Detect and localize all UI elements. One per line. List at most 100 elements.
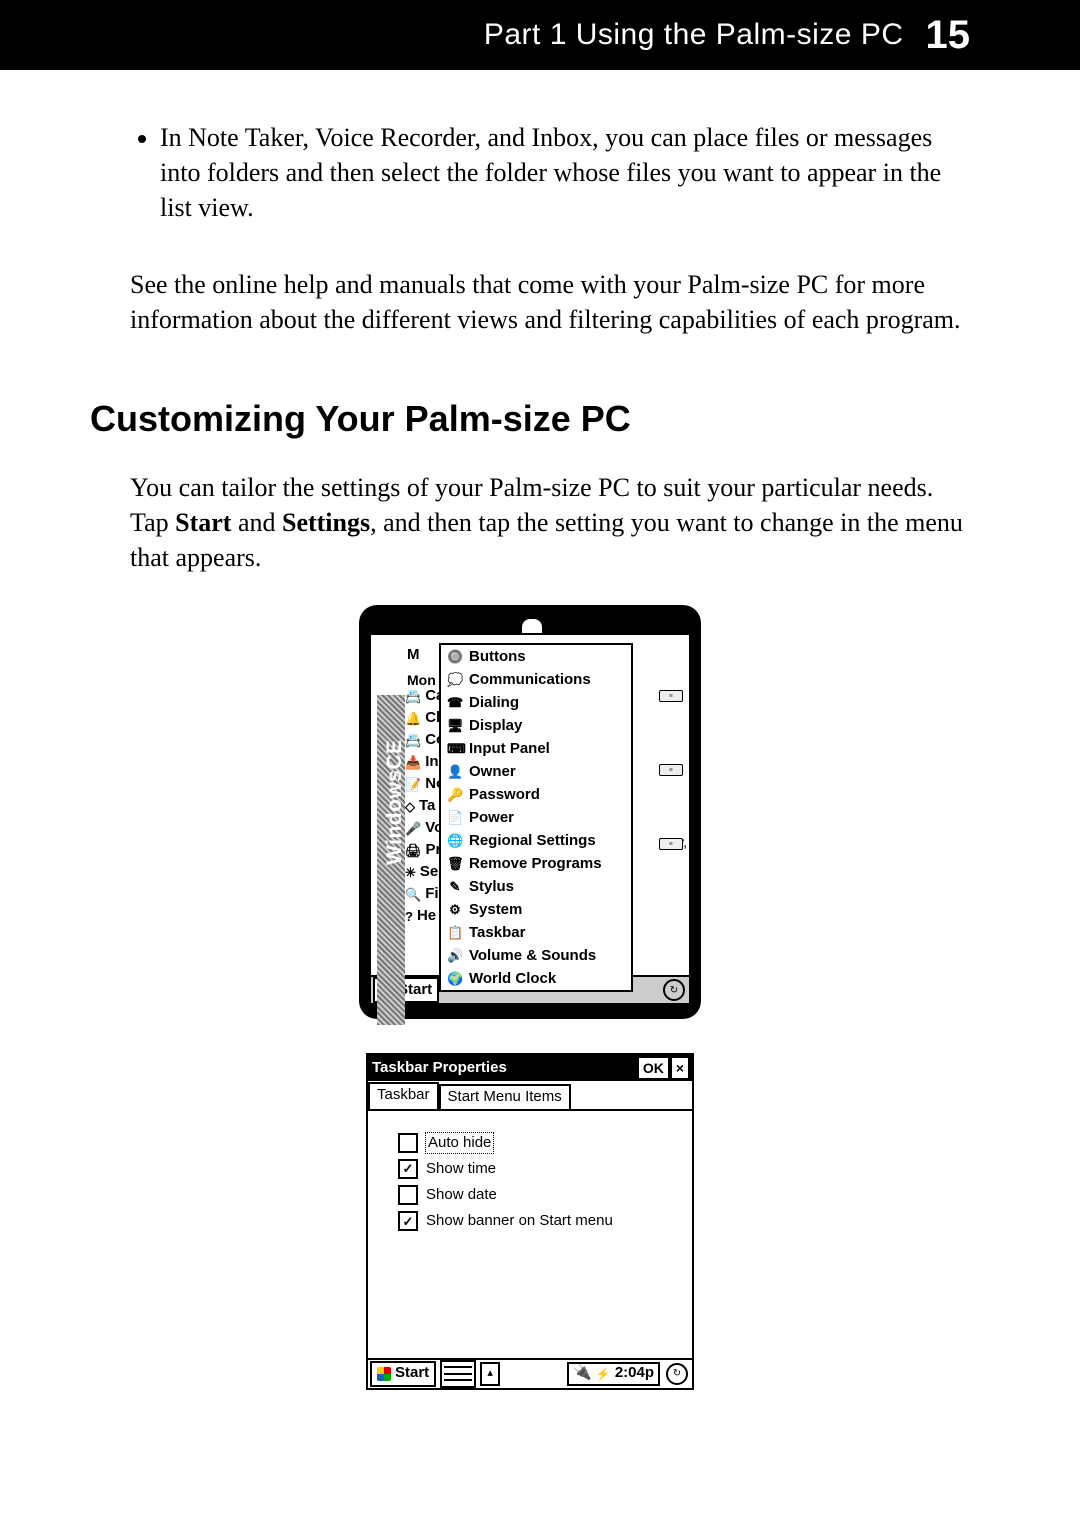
settings-menu[interactable]: 🔘Buttons💭Communications☎Dialing🖥Display⌨… [439,643,633,992]
window-title: Taskbar Properties [372,1058,507,1078]
app-icon: 📇 [405,688,421,706]
menu-item-label: Display [469,716,522,736]
settings-menu-item[interactable]: ⚙System [441,898,631,921]
option-row[interactable]: ✓ Show time [398,1159,670,1179]
side-connector-icons: ≡ ≡ ≡ [659,690,683,850]
app-label-fragment: Se [420,862,438,882]
taskbar-properties-window: Taskbar Properties OK × Taskbar Start Me… [366,1053,694,1389]
section-heading: Customizing Your Palm-size PC [90,395,970,444]
checkbox-icon[interactable] [398,1133,418,1153]
option-row[interactable]: Auto hide [398,1133,670,1153]
checkbox-icon[interactable] [398,1185,418,1205]
menu-item-label: Regional Settings [469,831,596,851]
up-arrow-button[interactable]: ▴ [480,1362,500,1386]
menu-item-label: Power [469,808,514,828]
app-label-fragment: Cl [425,708,440,728]
menu-item-icon: 🗑 [447,855,463,873]
app-label-fragment: In [425,752,438,772]
checkbox-icon[interactable]: ✓ [398,1211,418,1231]
settings-term: Settings [282,508,370,537]
windows-logo-icon [377,1367,391,1381]
option-label: Show date [426,1185,497,1205]
settings-menu-item[interactable]: 📋 Taskbar [441,921,631,944]
settings-menu-item[interactable]: 🌐 Regional Settings [441,829,631,852]
page-number: 15 [926,13,971,58]
port-icon: ≡ [659,764,683,776]
app-icon: 🔔 [405,710,421,728]
menu-item-label: Volume & Sounds [469,946,596,966]
windows-ce-banner: WindowsCE [381,740,409,866]
settings-menu-item[interactable]: 🗑 Remove Programs [441,852,631,875]
menu-item-icon: ☎ [447,694,463,712]
close-button[interactable]: × [672,1058,688,1078]
options-panel: Auto hide ✓ Show time Show date ✓ Show banner… [368,1111,692,1358]
option-label: Show banner on Start menu [426,1211,613,1231]
option-label: Show time [426,1159,496,1179]
part-label: Part 1 Using the Palm-size PC [484,18,904,52]
menu-item-icon: 💭 [447,671,463,689]
ok-button[interactable]: OK [639,1058,668,1078]
start-button[interactable]: Start [370,1361,436,1387]
connection-icon: 🔌 [573,1363,592,1383]
menu-item-icon: 👤 [447,763,463,781]
settings-menu-item[interactable]: 🔘 Buttons [441,645,631,668]
menu-item-label: Password [469,785,540,805]
app-icon: ✳ [405,864,416,882]
start-button-label: Start [395,1363,429,1383]
menu-item-icon: 📋 [447,924,463,942]
tab-start-menu-items[interactable]: Start Menu Items [439,1084,571,1108]
option-row[interactable]: ✓ Show banner on Start menu [398,1211,670,1231]
settings-menu-item[interactable]: 💭Communications [441,668,631,691]
menu-item-icon: 🌍 [447,970,463,988]
tray-icon[interactable]: ↻ [666,1363,688,1385]
menu-item-label: Dialing [469,693,519,713]
title-bar: Taskbar Properties OK × [368,1055,692,1081]
settings-menu-item[interactable]: ☎ Dialing [441,691,631,714]
settings-menu-item[interactable]: 👤 Owner [441,760,631,783]
device-frame: WindowsCE M Mon y, p 📇Ca🔔Cl📇Co📥In📝No◇Ta🎤… [359,605,701,1019]
menu-item-label: Owner [469,762,516,782]
menu-item-label: Remove Programs [469,854,602,874]
settings-menu-item[interactable]: 🌍 World Clock [441,967,631,990]
section-body: You can tailor the settings of your Palm… [130,470,970,575]
keyboard-icon[interactable] [440,1360,476,1388]
settings-menu-item[interactable]: 🔊 Volume & Sounds [441,944,631,967]
app-label-fragment: He [417,906,436,926]
app-label-fragment: Ta [419,796,435,816]
menu-item-icon: 🔊 [447,947,463,965]
option-label: Auto hide [426,1133,493,1153]
menu-item-icon: ⚙ [447,901,463,919]
settings-menu-item[interactable]: 🖥 Display [441,714,631,737]
menu-item-label: Taskbar [469,923,525,943]
menu-item-icon: 🖥 [447,717,463,735]
taskbar-clock[interactable]: 🔌 ⚡ 2:04p [567,1362,660,1386]
settings-menu-item[interactable]: ✎ Stylus [441,875,631,898]
menu-item-label: World Clock [469,969,556,989]
menu-item-icon: ⌨ [447,740,463,758]
settings-menu-item[interactable]: ⌨ Input Panel [441,737,631,760]
menu-item-label: Buttons [469,647,526,667]
bullet-list: In Note Taker, Voice Recorder, and Inbox… [160,120,970,225]
start-term: Start [175,508,231,537]
menu-item-icon: ✎ [447,878,463,896]
header-letter: M [407,645,420,665]
tab-strip: Taskbar Start Menu Items [368,1081,692,1110]
taskbar[interactable]: Start ▴ 🔌 ⚡ 2:04p ↻ [368,1358,692,1388]
settings-menu-item[interactable]: 🔑Password [441,783,631,806]
menu-item-icon: 🔘 [447,648,463,666]
menu-item-icon: 📄 [447,809,463,827]
settings-menu-item[interactable]: 📄 Power [441,806,631,829]
app-icon: 🔍 [405,886,421,904]
checkbox-icon[interactable]: ✓ [398,1159,418,1179]
paragraph-help: See the online help and manuals that com… [130,267,970,337]
port-icon: ≡ [659,838,683,850]
menu-item-label: Input Panel [469,739,550,759]
app-label-fragment: Fi [425,884,438,904]
option-row[interactable]: Show date [398,1185,670,1205]
menu-item-icon: 🌐 [447,832,463,850]
app-icon: ? [405,908,413,926]
tray-icon[interactable]: ↻ [663,979,685,1001]
page-header: Part 1 Using the Palm-size PC 15 [0,0,1080,70]
tab-taskbar[interactable]: Taskbar [368,1082,439,1108]
menu-item-label: Stylus [469,877,514,897]
